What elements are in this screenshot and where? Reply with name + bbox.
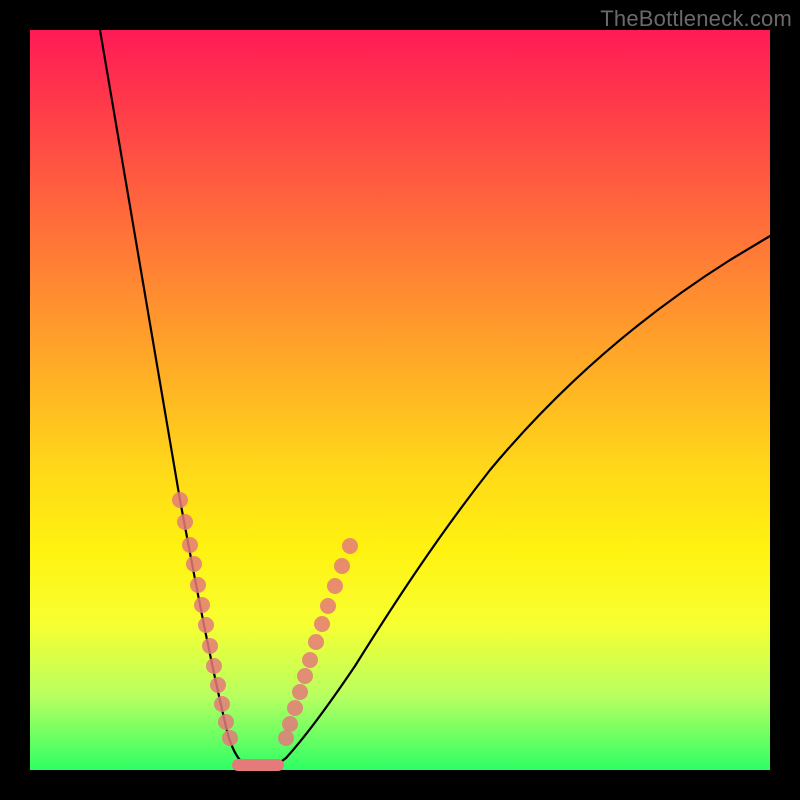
- data-point: [327, 578, 343, 594]
- left-points: [172, 492, 238, 746]
- data-point: [182, 537, 198, 553]
- plot-area: [30, 30, 770, 770]
- data-point: [186, 556, 202, 572]
- chart-stage: TheBottleneck.com: [0, 0, 800, 800]
- data-point: [202, 638, 218, 654]
- data-point: [194, 597, 210, 613]
- data-point: [278, 730, 294, 746]
- data-point: [190, 577, 206, 593]
- data-point: [210, 677, 226, 693]
- data-point: [214, 696, 230, 712]
- right-points: [278, 538, 358, 746]
- data-point: [292, 684, 308, 700]
- data-point: [177, 514, 193, 530]
- curve-svg: [30, 30, 770, 770]
- data-point: [282, 716, 298, 732]
- data-point: [297, 668, 313, 684]
- data-point: [308, 634, 324, 650]
- data-point: [218, 714, 234, 730]
- data-point: [314, 616, 330, 632]
- data-point: [342, 538, 358, 554]
- watermark-text: TheBottleneck.com: [600, 6, 792, 32]
- bottleneck-curve-line: [100, 30, 770, 769]
- data-point: [302, 652, 318, 668]
- data-point: [206, 658, 222, 674]
- data-point: [320, 598, 336, 614]
- data-point: [334, 558, 350, 574]
- data-point: [172, 492, 188, 508]
- data-point: [287, 700, 303, 716]
- data-point: [222, 730, 238, 746]
- data-point: [198, 617, 214, 633]
